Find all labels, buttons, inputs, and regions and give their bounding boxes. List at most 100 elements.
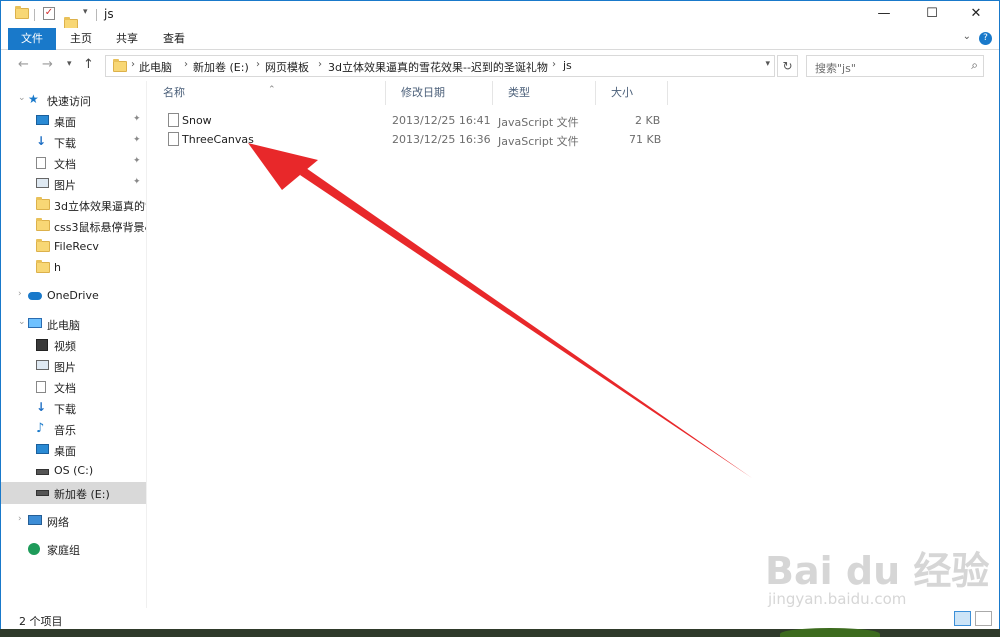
- refresh-icon[interactable]: ↻: [777, 55, 798, 77]
- column-header-type[interactable]: 类型: [493, 81, 596, 105]
- nav-item-videos[interactable]: 视频: [1, 335, 146, 355]
- nav-item-documents[interactable]: 文档: [1, 377, 146, 397]
- table-row[interactable]: ThreeCanvas 2013/12/25 16:36 JavaScript …: [161, 130, 671, 149]
- nav-label: 家庭组: [47, 544, 80, 557]
- chevron-right-icon[interactable]: ›: [18, 514, 22, 524]
- close-button[interactable]: ✕: [953, 1, 999, 28]
- nav-label: css3鼠标悬停背景&: [54, 221, 147, 234]
- back-arrow-icon[interactable]: ←: [18, 57, 29, 72]
- help-icon[interactable]: ?: [979, 32, 992, 45]
- picture-icon: [36, 178, 49, 188]
- search-icon[interactable]: ⌕: [971, 58, 978, 73]
- chevron-right-icon[interactable]: ›: [256, 59, 260, 70]
- network-icon: [28, 515, 42, 525]
- nav-label: 网络: [47, 516, 69, 529]
- video-icon: [36, 339, 48, 351]
- nav-item-desktop[interactable]: 桌面: [1, 440, 146, 460]
- sort-ascending-icon: ⌃: [268, 85, 276, 95]
- pin-icon[interactable]: ✦: [133, 177, 141, 187]
- large-icons-view-icon[interactable]: [975, 611, 992, 626]
- properties-icon[interactable]: ✓: [43, 7, 55, 20]
- nav-label: OneDrive: [47, 289, 99, 302]
- column-label: 名称: [163, 86, 185, 99]
- baidu-watermark-url: jingyan.baidu.com: [768, 590, 907, 608]
- details-view-icon[interactable]: [954, 611, 971, 626]
- nav-this-pc[interactable]: ⌄ 此电脑: [1, 314, 146, 334]
- nav-label: 下载: [54, 137, 76, 150]
- desktop-icon: [36, 115, 49, 125]
- forward-arrow-icon[interactable]: →: [42, 57, 53, 72]
- file-date: 2013/12/25 16:36: [392, 133, 491, 146]
- breadcrumb-drive-e[interactable]: 新加卷 (E:): [193, 59, 249, 75]
- pin-icon[interactable]: ✦: [133, 156, 141, 166]
- nav-item-pictures[interactable]: 图片 ✦: [1, 174, 146, 194]
- chevron-down-icon[interactable]: ⌄: [18, 93, 26, 103]
- address-bar[interactable]: › 此电脑 › 新加卷 (E:) › 网页模板 › 3d立体效果逼真的雪花效果-…: [105, 55, 775, 77]
- expand-ribbon-icon[interactable]: ⌄: [963, 31, 971, 42]
- maximize-button[interactable]: ☐: [909, 1, 955, 28]
- tab-view[interactable]: 查看: [157, 28, 191, 50]
- nav-homegroup[interactable]: 家庭组: [1, 539, 146, 559]
- pin-icon[interactable]: ✦: [133, 135, 141, 145]
- table-row[interactable]: Snow 2013/12/25 16:41 JavaScript 文件 2 KB: [161, 111, 671, 130]
- folder-icon: [15, 6, 29, 19]
- nav-item-drive-e[interactable]: 新加卷 (E:): [1, 482, 146, 504]
- nav-item-desktop[interactable]: 桌面 ✦: [1, 111, 146, 131]
- folder-icon: [36, 260, 50, 273]
- file-date: 2013/12/25 16:41: [392, 114, 491, 127]
- download-icon: ↓: [36, 400, 47, 414]
- chevron-right-icon[interactable]: ›: [318, 59, 322, 70]
- nav-label: 视频: [54, 340, 76, 353]
- column-header-date[interactable]: 修改日期: [386, 81, 493, 105]
- nav-onedrive[interactable]: › OneDrive: [1, 286, 146, 306]
- breadcrumb-js[interactable]: js: [563, 59, 572, 72]
- column-header-size[interactable]: 大小: [596, 81, 668, 105]
- cloud-icon: [28, 292, 42, 300]
- nav-item-filerecv[interactable]: FileRecv: [1, 237, 146, 257]
- window-title: js: [104, 7, 114, 21]
- nav-item-music[interactable]: ♪ 音乐: [1, 419, 146, 439]
- customize-quick-access-icon[interactable]: ▾: [83, 7, 88, 17]
- nav-item-documents[interactable]: 文档 ✦: [1, 153, 146, 173]
- breadcrumb-this-pc[interactable]: 此电脑: [139, 59, 172, 75]
- file-name: Snow: [182, 114, 212, 127]
- chevron-right-icon[interactable]: ›: [184, 59, 188, 70]
- nav-item-h[interactable]: h: [1, 258, 146, 278]
- file-icon: [168, 132, 179, 146]
- file-size: 2 KB: [635, 114, 661, 127]
- document-icon: [36, 157, 46, 169]
- search-box[interactable]: 搜索"js" ⌕: [806, 55, 984, 77]
- explorer-window: ✓ ▾ js — ☐ ✕ 文件 主页 共享 查看 ⌄ ? ← → ▾ ↑ › 此…: [0, 0, 1000, 629]
- up-arrow-icon[interactable]: ↑: [83, 57, 94, 72]
- pin-icon[interactable]: ✦: [133, 114, 141, 124]
- search-input[interactable]: 搜索"js": [815, 60, 856, 76]
- music-note-icon: ♪: [36, 421, 45, 436]
- nav-item-downloads[interactable]: ↓ 下载: [1, 398, 146, 418]
- address-history-dropdown-icon[interactable]: ▾: [765, 59, 770, 69]
- nav-item-pictures[interactable]: 图片: [1, 356, 146, 376]
- breadcrumb-web-templates[interactable]: 网页模板: [265, 59, 309, 75]
- breadcrumb-snow-project[interactable]: 3d立体效果逼真的雪花效果--迟到的圣诞礼物: [328, 59, 548, 75]
- divider: [34, 9, 35, 21]
- tab-home[interactable]: 主页: [64, 28, 98, 50]
- recent-locations-icon[interactable]: ▾: [67, 59, 72, 69]
- nav-item-folder[interactable]: css3鼠标悬停背景&: [1, 216, 147, 236]
- nav-quick-access[interactable]: ⌄ ★ 快速访问: [1, 90, 146, 110]
- chevron-down-icon[interactable]: ⌄: [18, 317, 26, 327]
- nav-item-downloads[interactable]: ↓ 下载 ✦: [1, 132, 146, 152]
- nav-network[interactable]: › 网络: [1, 511, 146, 531]
- nav-item-drive-c[interactable]: OS (C:): [1, 461, 146, 481]
- address-row: ← → ▾ ↑ › 此电脑 › 新加卷 (E:) › 网页模板 › 3d立体效果…: [1, 51, 999, 81]
- tab-file[interactable]: 文件: [8, 28, 56, 50]
- nav-item-folder[interactable]: 3d立体效果逼真的雪: [1, 195, 146, 215]
- chevron-right-icon[interactable]: ›: [552, 59, 556, 70]
- chevron-right-icon[interactable]: ›: [131, 59, 135, 70]
- column-header-name[interactable]: ⌃ 名称: [148, 81, 386, 105]
- file-icon: [168, 113, 179, 127]
- file-type: JavaScript 文件: [498, 135, 579, 148]
- chevron-right-icon[interactable]: ›: [18, 289, 22, 299]
- tab-share[interactable]: 共享: [110, 28, 144, 50]
- nav-label: 此电脑: [47, 319, 80, 332]
- minimize-button[interactable]: —: [861, 1, 907, 28]
- picture-icon: [36, 360, 49, 370]
